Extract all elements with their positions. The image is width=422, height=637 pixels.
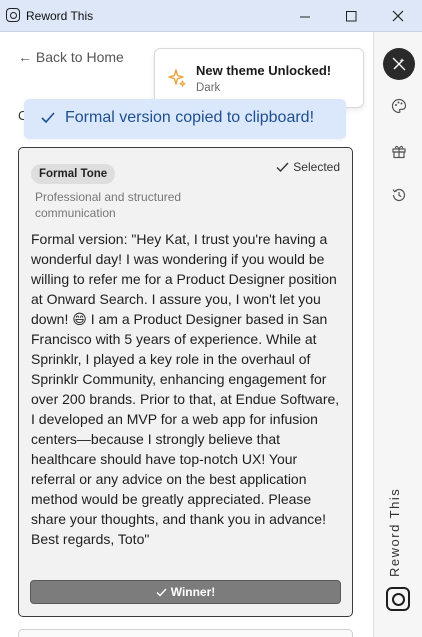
winner-check-icon — [156, 588, 167, 597]
copied-message: Formal version copied to clipboard! — [65, 109, 315, 126]
tone-description: Professional and structured communicatio… — [35, 190, 182, 220]
winner-label: Winner! — [170, 585, 216, 599]
checkmark-icon — [41, 112, 55, 124]
sparkle-icon — [168, 69, 186, 87]
window-title: Reword This — [26, 9, 94, 23]
maximize-icon — [345, 10, 356, 21]
app-logo-icon — [6, 8, 20, 22]
sidebar-magic-wand-button[interactable] — [383, 48, 415, 80]
next-tone-card[interactable] — [18, 629, 353, 637]
history-icon — [392, 188, 406, 202]
selected-label: Selected — [293, 160, 340, 174]
formal-tone-card[interactable]: Formal Tone Selected Professional and st… — [18, 147, 353, 617]
sidebar-history-button[interactable] — [383, 179, 415, 211]
brand-text: Reword This — [387, 487, 402, 577]
selected-indicator: Selected — [276, 160, 340, 174]
check-icon — [276, 162, 289, 172]
sidebar-palette-button[interactable] — [383, 90, 415, 122]
close-button[interactable] — [375, 0, 421, 32]
sidebar: Reword This — [373, 32, 422, 637]
minimize-button[interactable] — [282, 0, 328, 32]
copied-toast: Formal version copied to clipboard! — [24, 99, 346, 139]
gift-icon — [392, 145, 406, 159]
main-panel: ← Back to Home C New theme Unlocked! Dar… — [0, 32, 373, 637]
brand-logo-icon[interactable] — [386, 587, 410, 611]
reworded-text: Formal version: "Hey Kat, I trust you're… — [31, 231, 340, 547]
close-icon — [392, 10, 404, 22]
palette-icon — [391, 98, 407, 114]
toast-subtitle: Dark — [196, 82, 221, 94]
sidebar-gift-button[interactable] — [383, 135, 415, 167]
tone-badge: Formal Tone — [31, 164, 116, 184]
magic-wand-off-icon — [392, 57, 406, 71]
brand-name-vertical: Reword This — [387, 477, 408, 577]
minimize-icon — [299, 16, 310, 17]
title-bar: Reword This — [0, 0, 422, 32]
toast-title: New theme Unlocked! — [196, 63, 332, 78]
back-to-home-link[interactable]: ← Back to Home — [18, 49, 124, 65]
winner-button[interactable]: Winner! — [30, 580, 341, 604]
maximize-button[interactable] — [328, 0, 374, 32]
